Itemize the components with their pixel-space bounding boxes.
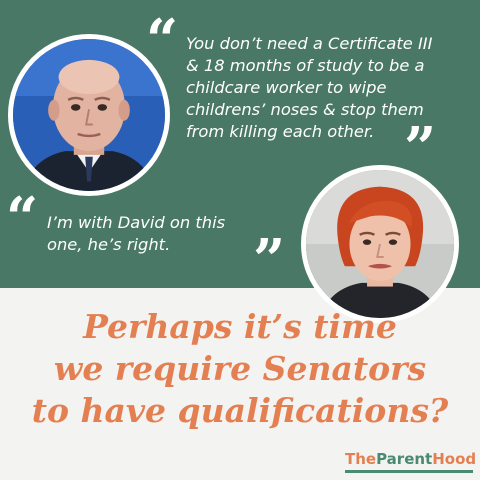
open-quote-icon: “ (146, 7, 179, 73)
close-quote-icon: ” (253, 227, 286, 293)
brand-logo: TheParentHood (345, 450, 476, 468)
open-quote-icon: “ (6, 185, 39, 251)
headline-line: to have qualifications? (31, 391, 449, 430)
quote-line: childcare worker to wipe (186, 78, 387, 97)
brand-logo-part: Parent (376, 450, 433, 468)
brand-logo-part: The (345, 450, 377, 468)
close-quote-icon: ” (404, 115, 437, 181)
portrait-woman (301, 165, 459, 323)
headline: Perhaps it’s time we require Senators to… (0, 306, 480, 432)
quote-line: & 18 months of study to be a (186, 56, 425, 75)
man-photo-illustration (13, 39, 165, 191)
brand-underline (345, 470, 473, 473)
woman-photo-illustration (306, 170, 454, 318)
headline-line: Perhaps it’s time (83, 307, 397, 346)
brand-logo-part: Hood (432, 450, 477, 468)
quote-line: You don’t need a Certificate III (186, 34, 433, 53)
quote-graphic: “ You don’t need a Certificate III & 18 … (0, 0, 480, 480)
headline-line: we require Senators (53, 349, 427, 388)
